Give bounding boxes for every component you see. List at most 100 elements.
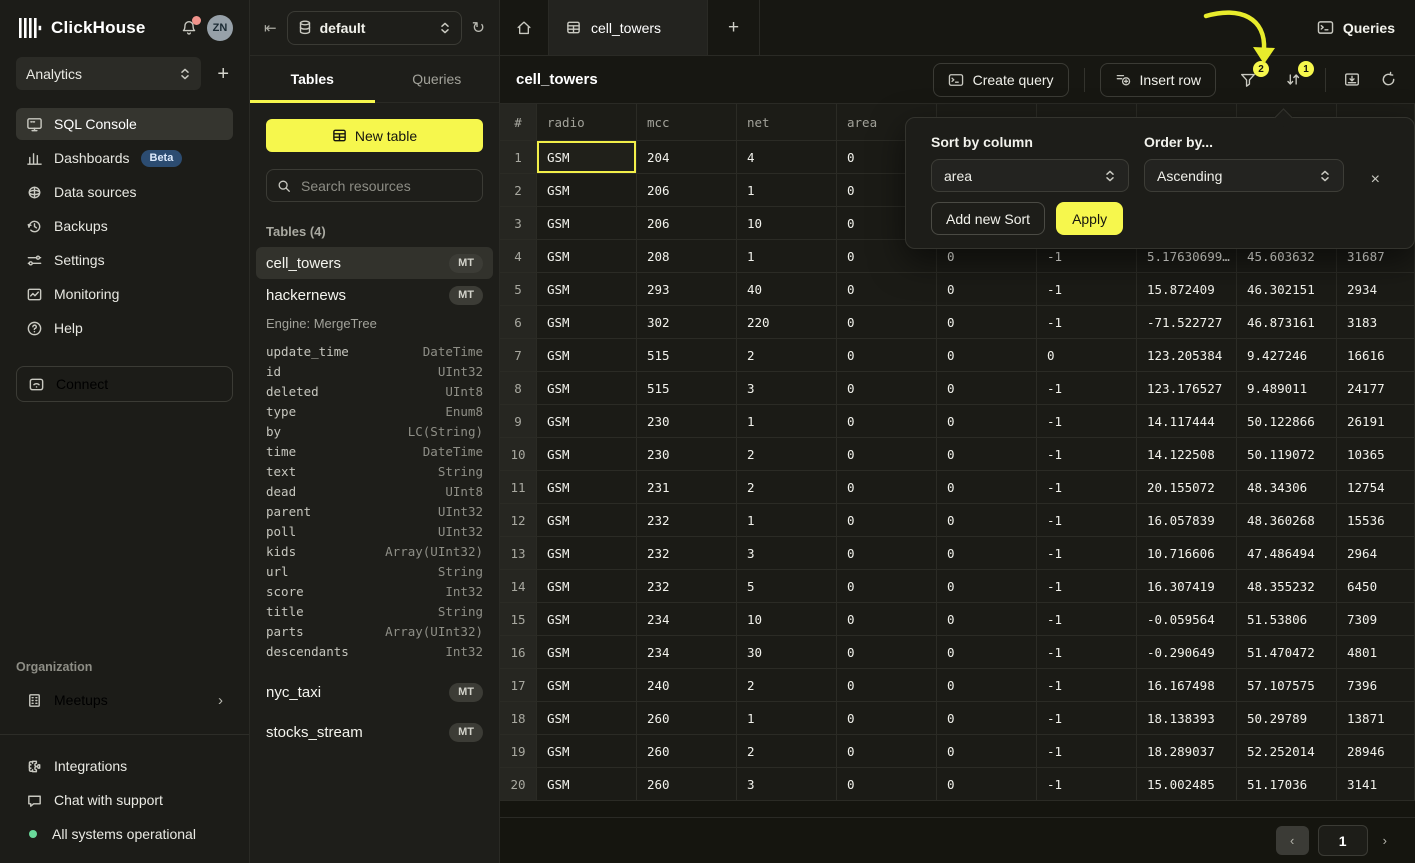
sort-button[interactable]: 1 (1282, 69, 1304, 90)
search-input[interactable] (299, 177, 472, 195)
grid-cell[interactable]: 0 (937, 702, 1037, 735)
add-new-sort-button[interactable]: Add new Sort (931, 202, 1045, 235)
grid-cell[interactable]: 2 (737, 735, 837, 768)
grid-column-header[interactable]: mcc (637, 104, 737, 141)
grid-cell[interactable]: 0 (937, 636, 1037, 669)
grid-cell[interactable]: 47.486494 (1237, 537, 1337, 570)
download-button[interactable] (1341, 69, 1363, 90)
grid-cell[interactable]: 3 (737, 768, 837, 801)
grid-column-header[interactable]: radio (537, 104, 637, 141)
create-query-button[interactable]: Create query (933, 63, 1069, 97)
grid-cell[interactable]: GSM (537, 603, 637, 636)
grid-cell[interactable]: 51.470472 (1237, 636, 1337, 669)
grid-cell[interactable]: 240 (637, 669, 737, 702)
grid-cell[interactable]: -1 (1037, 504, 1137, 537)
grid-cell[interactable]: GSM (537, 768, 637, 801)
grid-cell[interactable]: 0 (837, 372, 937, 405)
grid-cell[interactable]: 0 (937, 537, 1037, 570)
grid-cell[interactable]: -1 (1037, 405, 1137, 438)
grid-cell[interactable]: 230 (637, 405, 737, 438)
sort-column-select[interactable]: area (931, 159, 1129, 192)
sidebar-item-meetups[interactable]: Meetups › (16, 684, 233, 716)
grid-cell[interactable]: 0 (837, 504, 937, 537)
grid-cell[interactable]: 18.138393 (1137, 702, 1237, 735)
grid-row-number[interactable]: 15 (500, 603, 537, 636)
grid-cell[interactable]: 208 (637, 240, 737, 273)
grid-cell[interactable]: 0 (837, 306, 937, 339)
sidebar-item-integrations[interactable]: Integrations (16, 751, 233, 781)
grid-cell[interactable]: 7396 (1337, 669, 1415, 702)
grid-corner-header[interactable]: # (500, 104, 537, 141)
grid-cell[interactable]: 46.873161 (1237, 306, 1337, 339)
grid-cell[interactable]: 50.29789 (1237, 702, 1337, 735)
sidebar-item-monitoring[interactable]: Monitoring (16, 278, 233, 310)
grid-cell[interactable]: 230 (637, 438, 737, 471)
current-page[interactable]: 1 (1318, 825, 1368, 856)
grid-cell[interactable]: 24177 (1337, 372, 1415, 405)
sidebar-item-chat-support[interactable]: Chat with support (16, 785, 233, 815)
avatar[interactable]: ZN (207, 15, 233, 41)
grid-cell[interactable]: 2 (737, 471, 837, 504)
new-table-button[interactable]: New table (266, 119, 483, 152)
add-service-button[interactable]: + (213, 62, 233, 86)
grid-row-number[interactable]: 3 (500, 207, 537, 240)
grid-cell[interactable]: -1 (1037, 306, 1137, 339)
grid-cell[interactable]: 0 (937, 306, 1037, 339)
grid-cell[interactable]: GSM (537, 636, 637, 669)
grid-cell[interactable]: -1 (1037, 372, 1137, 405)
grid-cell-selected[interactable]: GSM (537, 141, 637, 174)
table-item-cell-towers[interactable]: cell_towers MT (256, 247, 493, 279)
close-sort-popup-button[interactable]: × (1365, 171, 1386, 189)
grid-row-number[interactable]: 20 (500, 768, 537, 801)
grid-cell[interactable]: 57.107575 (1237, 669, 1337, 702)
grid-cell[interactable]: 12754 (1337, 471, 1415, 504)
grid-cell[interactable]: -1 (1037, 735, 1137, 768)
grid-row-number[interactable]: 14 (500, 570, 537, 603)
grid-row-number[interactable]: 9 (500, 405, 537, 438)
grid-cell[interactable]: 2934 (1337, 273, 1415, 306)
prev-page-button[interactable]: ‹ (1276, 826, 1309, 855)
grid-cell[interactable]: 0 (837, 273, 937, 306)
grid-cell[interactable]: 10.716606 (1137, 537, 1237, 570)
grid-cell[interactable]: 16.057839 (1137, 504, 1237, 537)
grid-row-number[interactable]: 18 (500, 702, 537, 735)
grid-cell[interactable]: 51.17036 (1237, 768, 1337, 801)
collapse-panel-icon[interactable]: ⇤ (264, 19, 277, 37)
queries-button[interactable]: Queries (1317, 20, 1395, 36)
grid-row-number[interactable]: 6 (500, 306, 537, 339)
grid-cell[interactable]: 515 (637, 372, 737, 405)
grid-cell[interactable]: 18.289037 (1137, 735, 1237, 768)
grid-cell[interactable]: 206 (637, 207, 737, 240)
grid-cell[interactable]: 0 (837, 438, 937, 471)
grid-cell[interactable]: 10365 (1337, 438, 1415, 471)
grid-cell[interactable]: 0 (837, 570, 937, 603)
grid-cell[interactable]: 5 (737, 570, 837, 603)
grid-cell[interactable]: 0 (837, 768, 937, 801)
grid-cell[interactable]: -1 (1037, 702, 1137, 735)
grid-cell[interactable]: 9.489011 (1237, 372, 1337, 405)
grid-cell[interactable]: 2 (737, 669, 837, 702)
grid-cell[interactable]: -1 (1037, 438, 1137, 471)
grid-cell[interactable]: -1 (1037, 669, 1137, 702)
grid-cell[interactable]: 1 (737, 240, 837, 273)
grid-cell[interactable]: 15.002485 (1137, 768, 1237, 801)
grid-row-number[interactable]: 1 (500, 141, 537, 174)
grid-cell[interactable]: 52.252014 (1237, 735, 1337, 768)
grid-cell[interactable]: 0 (937, 504, 1037, 537)
grid-row-number[interactable]: 10 (500, 438, 537, 471)
grid-cell[interactable]: 1 (737, 504, 837, 537)
table-item-hackernews[interactable]: hackernews MT (256, 279, 493, 311)
grid-cell[interactable]: 0 (937, 603, 1037, 636)
grid-cell[interactable]: 7309 (1337, 603, 1415, 636)
grid-cell[interactable]: 48.360268 (1237, 504, 1337, 537)
grid-cell[interactable]: GSM (537, 504, 637, 537)
grid-cell[interactable]: 0 (837, 669, 937, 702)
grid-cell[interactable]: GSM (537, 174, 637, 207)
grid-row-number[interactable]: 12 (500, 504, 537, 537)
grid-cell[interactable]: 2 (737, 339, 837, 372)
grid-cell[interactable]: -1 (1037, 471, 1137, 504)
sidebar-item-dashboards[interactable]: Dashboards Beta (16, 142, 233, 174)
grid-row-number[interactable]: 19 (500, 735, 537, 768)
grid-cell[interactable]: GSM (537, 537, 637, 570)
grid-cell[interactable]: 50.122866 (1237, 405, 1337, 438)
